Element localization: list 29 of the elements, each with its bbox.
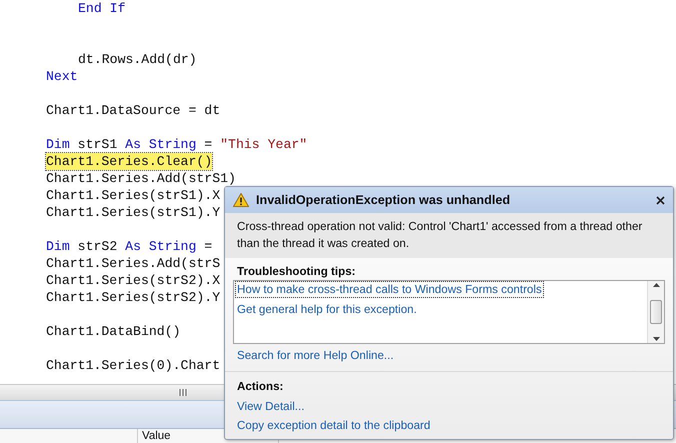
code-line: Chart1.Series(strS1).X [46,187,220,204]
code-line: Chart1.Series(strS2).Y [46,289,220,306]
code-line: Chart1.Series.Add(strS1) [46,170,236,187]
help-link[interactable]: Get general help for this exception. [236,302,418,317]
warning-icon [233,193,249,207]
scrollbar-grip-icon[interactable] [179,389,187,396]
scroll-down-icon[interactable] [652,337,660,341]
code-line: Chart1.DataSource = dt [46,102,220,119]
section-heading: Actions: [236,379,284,395]
code-line: Chart1.DataBind() [46,323,181,340]
code-line: Chart1.Series.Add(strS [46,255,220,272]
code-line: dt.Rows.Add(dr) [78,51,197,68]
code-line: Chart1.Series(0).Chart [46,357,220,374]
exception-message: Cross-thread operation not valid: Control 'Chart1' accessed from a thread other than the thread it was created on. [225,213,673,258]
scroll-up-icon[interactable] [652,283,660,287]
code-line: Chart1.Series(strS2).X [46,272,220,289]
code-line: Dim strS1 As String = "This Year" [46,136,308,153]
action-link[interactable]: Copy exception detail to the clipboard [236,419,432,432]
code-line: Dim strS2 As String = [46,238,212,255]
section-heading: Troubleshooting tips: [236,264,357,280]
code-line: Chart1.Series(strS1).Y [46,204,220,221]
help-link[interactable]: How to make cross-thread calls to Windows Forms controls [236,282,543,297]
dialog-title: InvalidOperationException was unhandled [256,193,512,207]
code-line: End If [78,0,126,17]
code-line: Next [46,68,78,85]
action-link[interactable]: View Detail... [236,400,306,413]
close-button[interactable] [656,196,665,204]
scroll-thumb[interactable] [650,300,662,324]
help-link[interactable]: Search for more Help Online... [236,349,395,362]
